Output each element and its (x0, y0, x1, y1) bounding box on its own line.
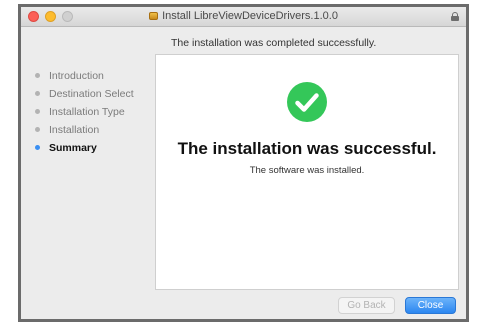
success-headline: The installation was successful. (177, 139, 437, 158)
title-bar[interactable]: Install LibreViewDeviceDrivers.1.0.0 (21, 7, 466, 27)
window-title: Install LibreViewDeviceDrivers.1.0.0 (21, 10, 466, 22)
step-dot-icon (35, 109, 40, 114)
step-installation-type: Installation Type (35, 103, 134, 121)
step-dot-icon (35, 127, 40, 132)
installer-steps: Introduction Destination Select Installa… (35, 67, 134, 157)
step-summary: Summary (35, 139, 134, 157)
package-icon (149, 12, 159, 20)
step-dot-icon (35, 91, 40, 96)
success-subtext: The software was installed. (249, 165, 365, 176)
step-label: Installation (49, 124, 100, 136)
installer-window: Install LibreViewDeviceDrivers.1.0.0 The… (18, 4, 469, 322)
step-installation: Installation (35, 121, 134, 139)
window-title-text: Install LibreViewDeviceDrivers.1.0.0 (162, 10, 338, 22)
step-dot-icon (35, 73, 40, 78)
step-label: Summary (49, 142, 97, 154)
step-destination-select: Destination Select (35, 85, 134, 103)
step-label: Introduction (49, 70, 104, 82)
go-back-button[interactable]: Go Back (338, 297, 395, 314)
close-button[interactable]: Close (405, 297, 456, 314)
step-introduction: Introduction (35, 67, 134, 85)
lock-icon (451, 12, 459, 21)
success-check-icon (287, 82, 327, 122)
step-label: Installation Type (49, 106, 125, 118)
status-message: The installation was completed successfu… (171, 37, 377, 49)
step-label: Destination Select (49, 88, 134, 100)
step-dot-icon (35, 145, 40, 150)
summary-panel: The installation was successful. The sof… (155, 54, 459, 290)
